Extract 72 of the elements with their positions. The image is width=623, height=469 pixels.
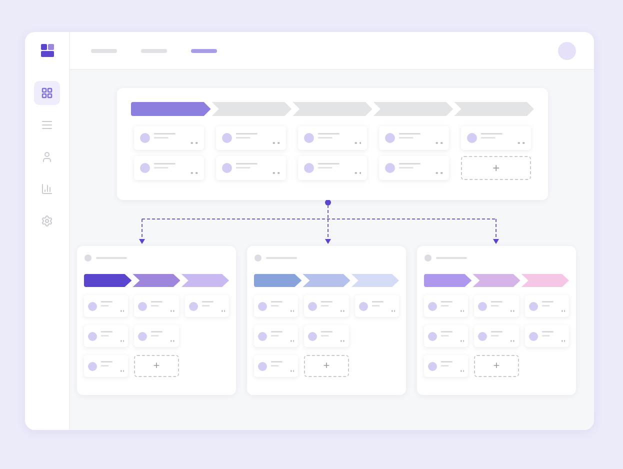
placeholder-text-drawing [491,330,515,342]
board-title-drawing [424,254,470,262]
placeholder-text-drawing [481,132,525,144]
placeholder-text-drawing [372,300,395,312]
avatar-icon [88,302,97,310]
avatar-icon [188,302,198,310]
placeholder-text-drawing [154,132,198,144]
avatar-icon [138,332,148,340]
placeholder-text-drawing [101,300,124,312]
avatar-icon [528,302,538,310]
avatar-icon [222,133,232,143]
list-icon [41,119,53,131]
placeholder-text-drawing [441,330,464,342]
avatar-icon [308,332,318,340]
grid-icon [41,87,53,99]
add-card-button[interactable]: + [134,355,179,377]
placeholder-text-drawing [321,330,345,342]
avatar-icon [428,302,437,310]
placeholder-text-drawing [271,300,294,312]
avatar-icon [558,42,576,60]
bar-chart-icon [41,183,53,195]
settings-icon [41,215,53,227]
placeholder-text-drawing [318,162,362,174]
avatar-icon [304,133,314,143]
add-card-button[interactable]: + [461,156,531,180]
placeholder-text-drawing [441,300,464,312]
avatar-icon [88,362,97,370]
nav-tab[interactable] [191,48,217,52]
avatar-icon [258,362,267,370]
avatar-icon [308,302,318,310]
placeholder-text-drawing [202,300,225,312]
placeholder-text-drawing [318,132,362,144]
avatar-icon [478,332,488,340]
avatar-icon [140,133,150,143]
avatar-icon [88,332,97,340]
placeholder-text-drawing [271,330,294,342]
avatar-icon [358,302,368,310]
placeholder-text-drawing [542,330,565,342]
avatar-icon [304,163,314,173]
avatar-icon [478,302,488,310]
add-card-button[interactable]: + [474,355,519,377]
placeholder-text-drawing [236,162,280,174]
placeholder-text-drawing [542,300,565,312]
placeholder-text-drawing [271,360,294,372]
placeholder-text-drawing [154,162,198,174]
avatar-icon [467,133,478,143]
avatar-icon [222,163,232,173]
placeholder-text-drawing [441,360,464,372]
placeholder-text-drawing [399,162,444,174]
add-card-button[interactable]: + [304,355,349,377]
avatar-icon [428,362,437,370]
avatar-icon [528,332,538,340]
placeholder-text-drawing [236,132,280,144]
placeholder-text-drawing [101,360,124,372]
placeholder-text-drawing [399,132,444,144]
placeholder-text-drawing [151,300,175,312]
placeholder-text-drawing [491,300,515,312]
board-title-drawing [254,254,300,262]
placeholder-text-drawing [321,300,345,312]
placeholder-text-drawing [101,330,124,342]
avatar-icon [138,302,148,310]
avatar-icon [385,163,396,173]
placeholder-text-drawing [151,330,175,342]
logo-icon [40,44,54,57]
avatar-icon [385,133,396,143]
sidebar-item[interactable] [34,81,60,105]
avatar-icon [258,302,267,310]
user-icon [41,151,53,163]
board-title-drawing [84,254,130,262]
avatar-icon [140,163,150,173]
avatar-icon [428,332,437,340]
avatar-icon [258,332,267,340]
